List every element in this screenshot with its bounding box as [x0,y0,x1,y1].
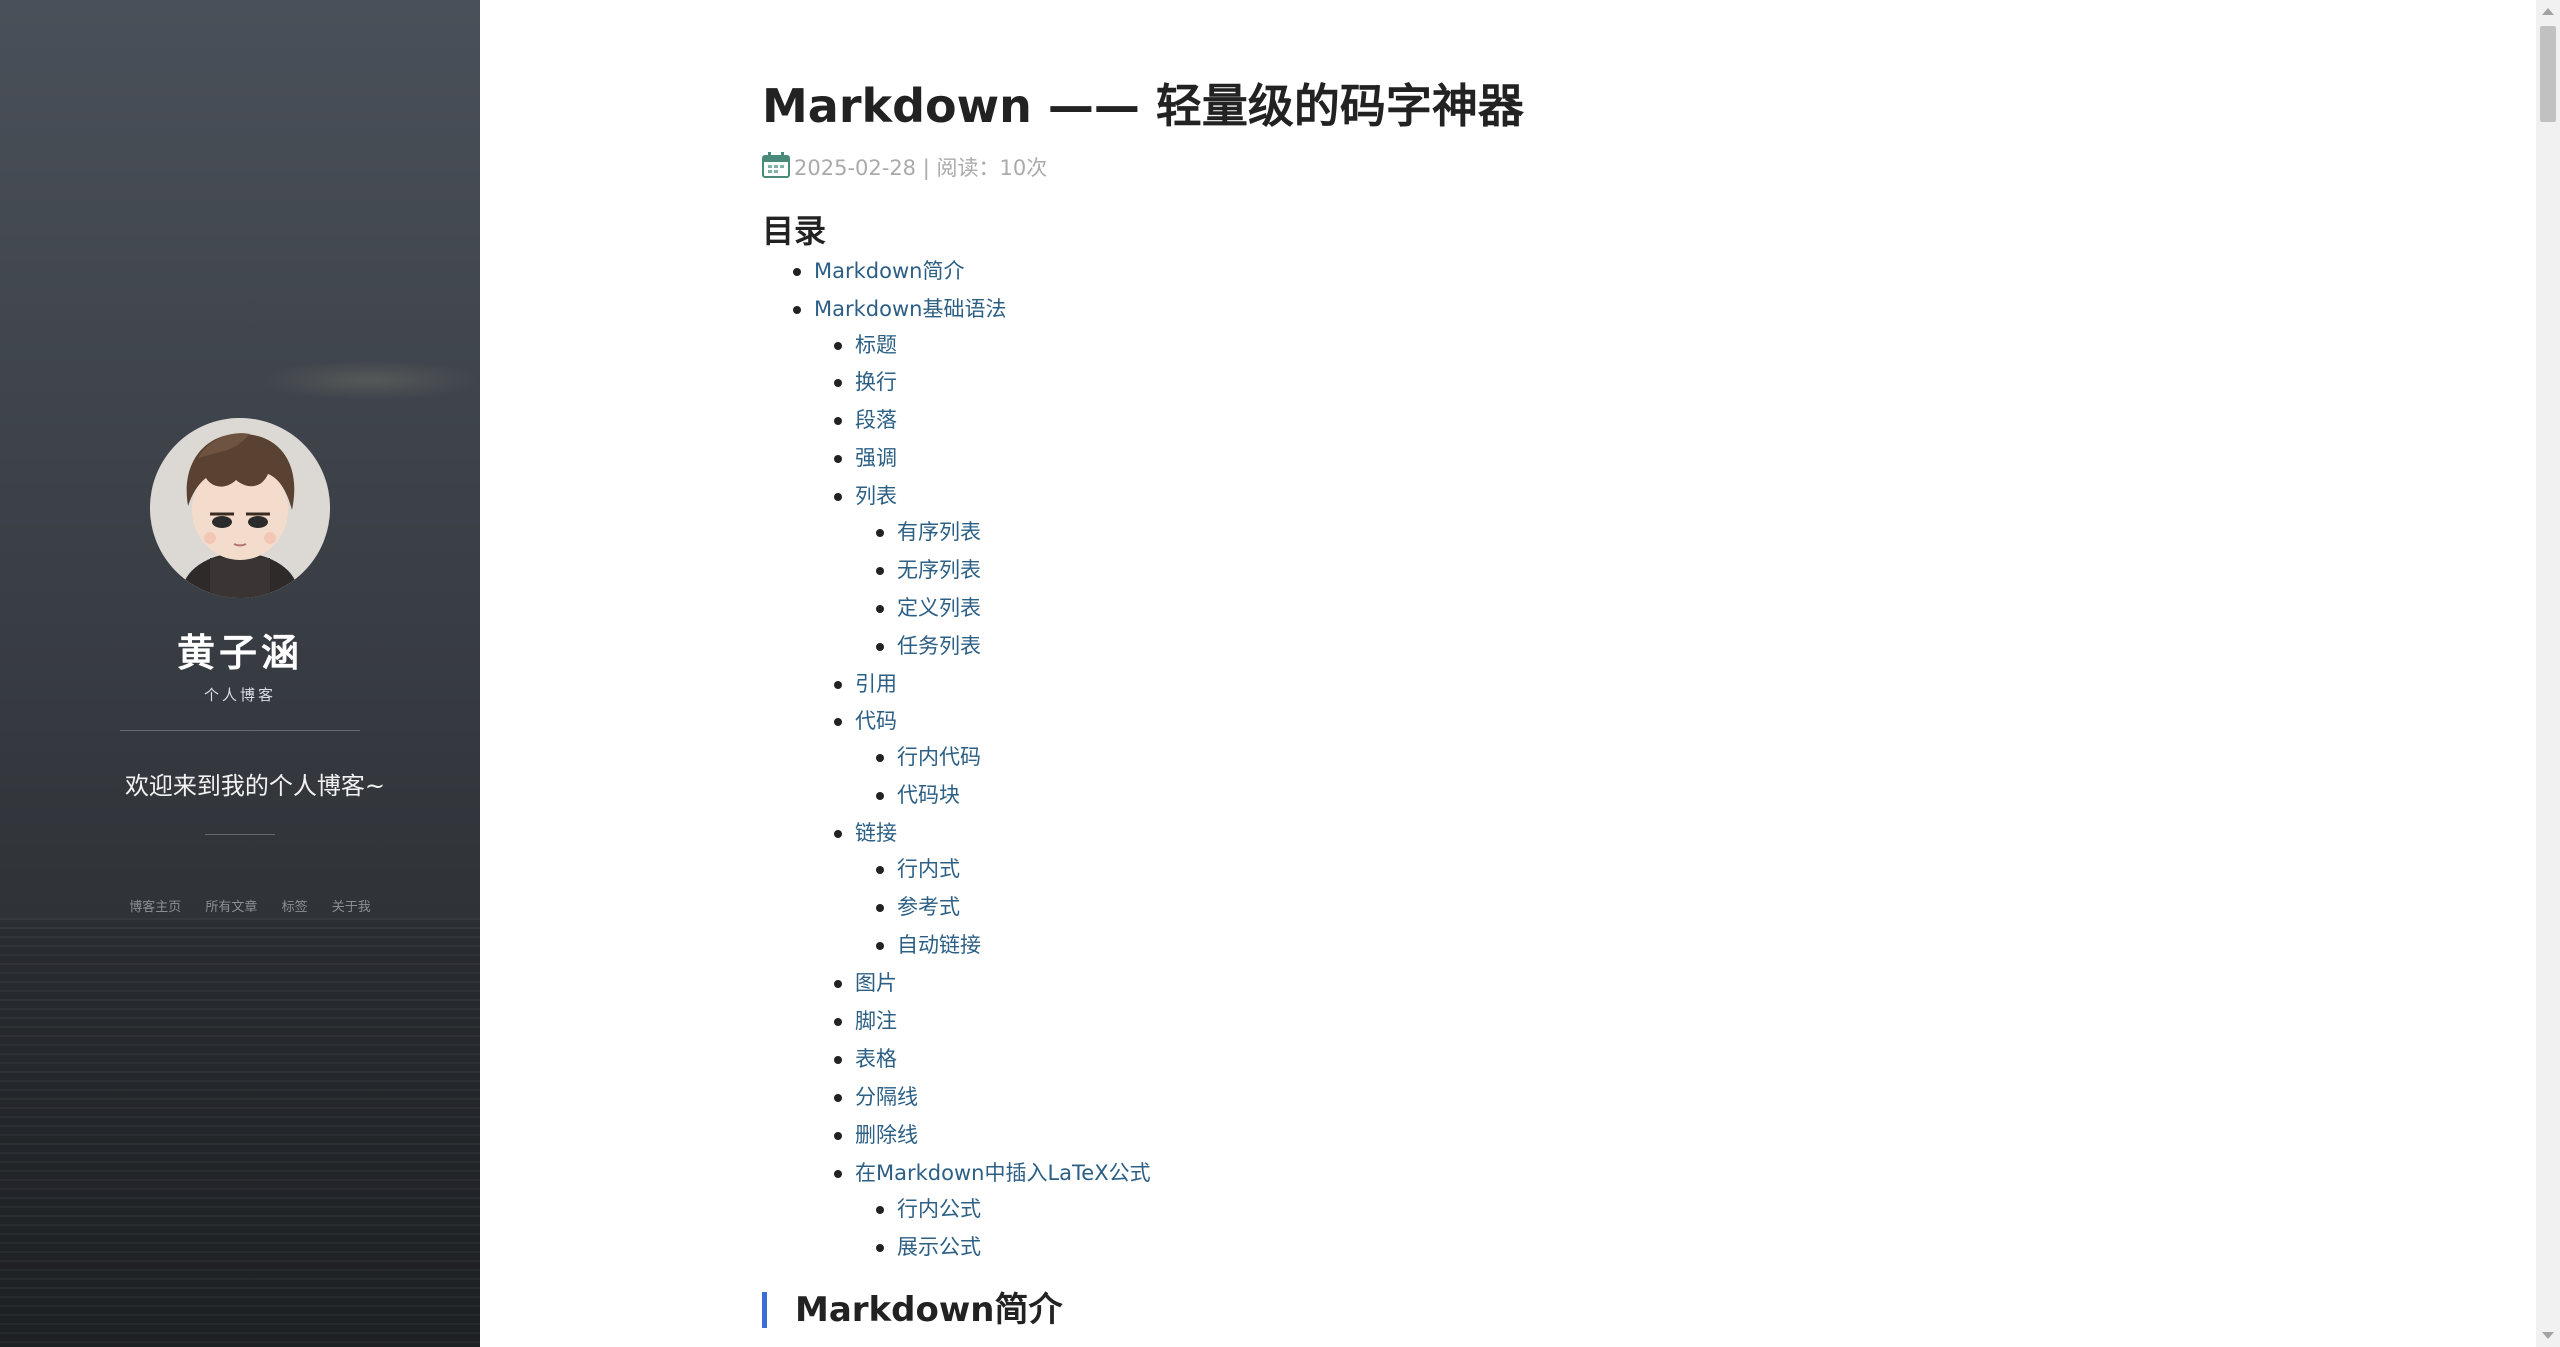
sea-background [0,918,480,1347]
toc-item[interactable]: 有序列表 [876,518,981,546]
toc-item[interactable]: 行内式 [876,855,960,883]
toc-title: 目录 [762,212,827,250]
toc-item[interactable]: 引用 [834,670,897,698]
toc-item[interactable]: 脚注 [834,1007,897,1035]
toc-item[interactable]: 分隔线 [834,1083,918,1111]
nav-link-tags[interactable]: 标签 [282,900,308,915]
toc-item[interactable]: 行内代码 [876,743,981,771]
toc-item[interactable]: 表格 [834,1045,897,1073]
toc-item[interactable]: 无序列表 [876,556,981,584]
toc-item[interactable]: 在Markdown中插入LaTeX公式 [834,1159,1151,1187]
scroll-up-arrow-icon[interactable] [2542,8,2554,15]
scrollbar[interactable] [2536,0,2560,1347]
sidebar-nav: 博客主页 所有文章 标签 关于我 [0,896,480,915]
meta-separator: | [916,156,937,180]
author-name: 黄子涵 [176,631,303,675]
nav-link-about[interactable]: 关于我 [332,900,371,915]
toc-item[interactable]: 标题 [834,331,897,359]
toc-item[interactable]: 删除线 [834,1121,918,1149]
toc-item[interactable]: 代码块 [876,781,960,809]
welcome-text: 欢迎来到我的个人博客~ [124,772,386,800]
toc-item[interactable]: 行内公式 [876,1195,981,1223]
sidebar-divider-short [205,834,275,835]
toc-item[interactable]: 链接 [834,819,897,847]
toc-item[interactable]: 自动链接 [876,931,981,959]
toc-item[interactable]: 强调 [834,444,897,472]
scrollbar-thumb[interactable] [2540,26,2556,122]
toc-item[interactable]: 列表 [834,482,897,510]
toc-item[interactable]: 任务列表 [876,632,981,660]
post-date: 2025-02-28 [794,156,917,180]
toc-item[interactable]: 段落 [834,406,897,434]
sidebar-divider [120,730,360,731]
toc-item[interactable]: 换行 [834,368,897,396]
nav-link-all-posts[interactable]: 所有文章 [205,900,257,915]
scroll-down-arrow-icon[interactable] [2542,1332,2554,1339]
avatar[interactable] [150,418,330,598]
section-heading: Markdown简介 [762,1292,1062,1328]
toc-item[interactable]: 图片 [834,969,897,997]
toc-item[interactable]: 展示公式 [876,1233,981,1261]
toc-item[interactable]: Markdown基础语法 [792,295,1006,323]
sidebar: 黄子涵 个人博客 欢迎来到我的个人博客~ 博客主页 所有文章 标签 关于我 [0,0,480,1347]
toc-item[interactable]: 参考式 [876,893,960,921]
toc-item[interactable]: 代码 [834,707,897,735]
sky-glow [260,360,480,400]
page-title: Markdown —— 轻量级的码字神器 [762,79,1524,133]
author-subtitle: 个人博客 [203,686,276,704]
toc-item[interactable]: 定义列表 [876,594,981,622]
nav-link-home[interactable]: 博客主页 [129,900,181,915]
toc-item[interactable]: Markdown简介 [792,257,964,285]
calendar-icon [762,152,790,183]
post-meta: 2025-02-28 | 阅读：10次 [762,152,1047,183]
avatar-illustration [150,418,330,598]
post-read-count: 阅读：10次 [936,156,1048,180]
